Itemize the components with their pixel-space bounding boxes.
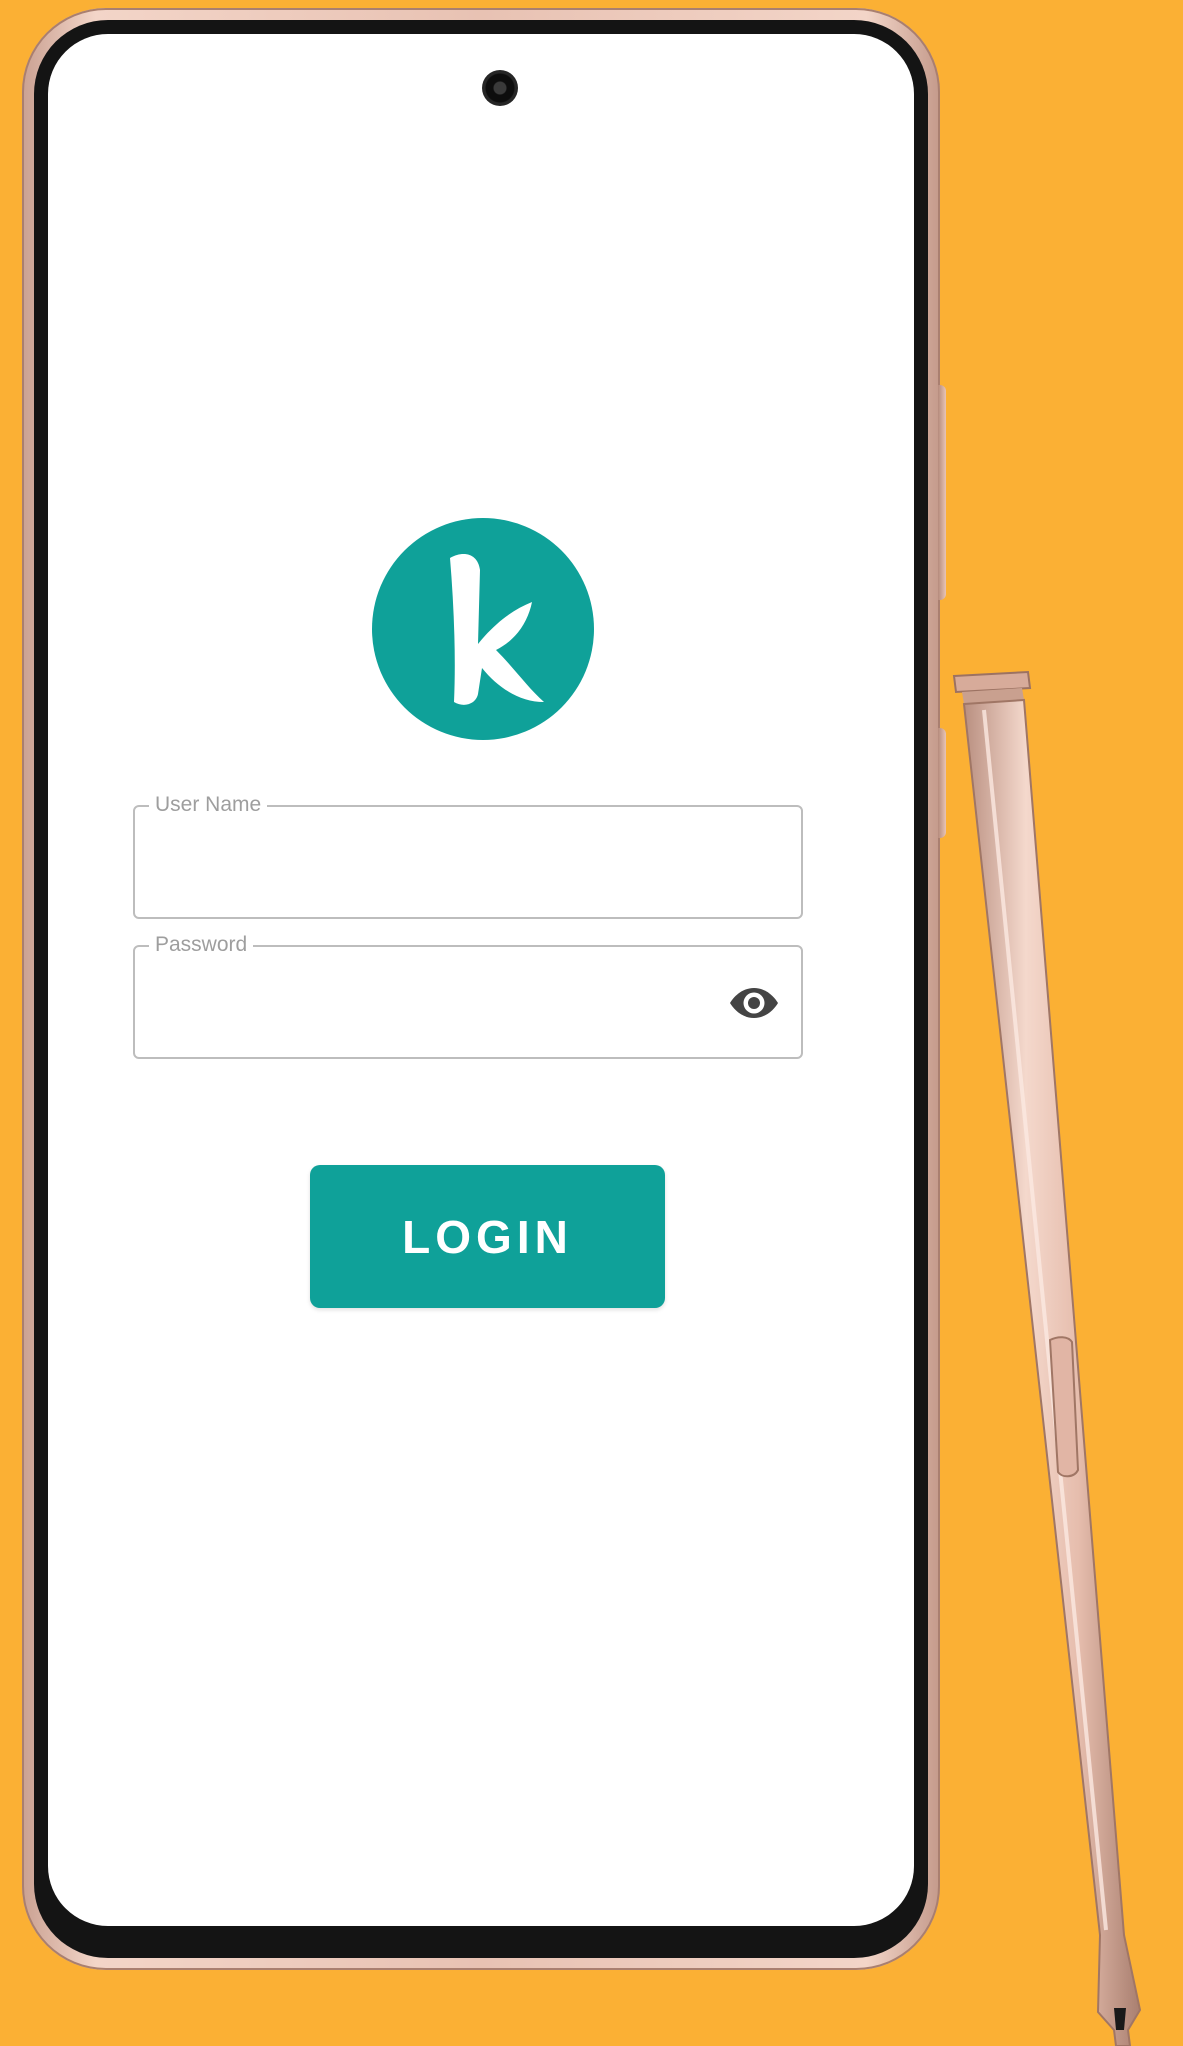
phone-screen: User Name Password LOGIN	[48, 34, 914, 1926]
login-button[interactable]: LOGIN	[310, 1165, 665, 1308]
password-field[interactable]: Password	[133, 932, 803, 1059]
phone-bezel: User Name Password LOGIN	[34, 20, 928, 1958]
k-logo-icon	[372, 518, 594, 740]
front-camera-icon	[482, 70, 518, 106]
username-input[interactable]	[155, 843, 711, 889]
power-button	[938, 728, 946, 838]
password-input[interactable]	[155, 983, 711, 1029]
username-label: User Name	[149, 792, 268, 818]
volume-button	[938, 385, 946, 600]
password-label: Password	[149, 932, 254, 958]
username-field[interactable]: User Name	[133, 792, 803, 919]
eye-icon[interactable]	[729, 984, 779, 1022]
phone-device: User Name Password LOGIN	[22, 8, 940, 1970]
